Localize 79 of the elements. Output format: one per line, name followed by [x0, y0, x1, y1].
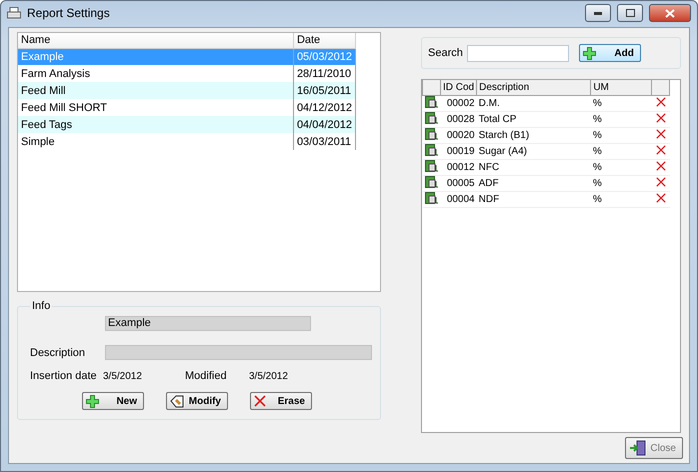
search-field[interactable] [466, 44, 569, 62]
description-field[interactable] [105, 345, 372, 360]
document-icon [424, 192, 438, 204]
erase-button[interactable]: Erase [250, 392, 312, 410]
printer-icon [7, 7, 21, 19]
plus-icon [582, 46, 596, 60]
list-item[interactable]: Simple [18, 133, 294, 150]
date-cell: 04/04/2012 [293, 116, 356, 133]
delete-icon [656, 144, 666, 154]
id-cell: 00005 [440, 175, 477, 191]
column-header: ID Cod [440, 80, 477, 95]
date-cell: 04/12/2012 [293, 99, 356, 116]
document-icon [424, 176, 438, 188]
minimize-button[interactable] [585, 4, 611, 22]
date-cell: 16/05/2011 [293, 82, 356, 99]
field-label: Description [30, 346, 86, 358]
maximize-button[interactable] [617, 4, 643, 22]
field-label: Insertion date [30, 370, 98, 382]
description-cell: Total CP [476, 111, 591, 127]
date-cell: 28/11/2010 [293, 65, 356, 82]
description-cell: ADF [476, 175, 591, 191]
id-cell: 00002 [440, 95, 477, 111]
unit-cell: % [590, 159, 652, 175]
id-cell: 00028 [440, 111, 477, 127]
delete-icon [656, 128, 666, 138]
document-icon [424, 112, 438, 124]
delete-icon [656, 96, 666, 106]
column-header: Date [293, 33, 356, 48]
modify-button[interactable]: Modify [166, 392, 228, 410]
list-item[interactable]: Feed Mill SHORT [18, 99, 294, 116]
description-cell: NFC [476, 159, 591, 175]
search-label: Search [428, 47, 463, 59]
plus-icon [86, 394, 99, 408]
delete-icon [656, 112, 666, 122]
list-item[interactable]: Feed Mill [18, 82, 294, 99]
unit-cell: % [590, 191, 652, 207]
document-icon [424, 160, 438, 172]
delete-icon [254, 395, 266, 407]
date-cell: 03/03/2011 [293, 133, 356, 150]
date-cell: 05/03/2012 [293, 48, 356, 65]
exit-icon [629, 440, 647, 456]
insertion-date: 3/5/2012 [103, 370, 143, 382]
description-cell: D.M. [476, 95, 591, 111]
close-dialog-button[interactable]: Close [625, 437, 683, 459]
group-label: Info [31, 300, 52, 312]
column-header: Name [18, 33, 294, 48]
delete-icon [656, 192, 666, 202]
edit-icon [170, 394, 184, 408]
id-cell: 00012 [440, 159, 477, 175]
new-button[interactable]: New [82, 392, 144, 410]
description-cell: Starch (B1) [476, 127, 591, 143]
list-item[interactable]: Feed Tags [18, 116, 294, 133]
close-icon [665, 8, 675, 18]
name-field[interactable]: Example [105, 316, 311, 331]
unit-cell: % [590, 111, 652, 127]
minimize-icon [594, 12, 602, 14]
close-button[interactable] [649, 4, 691, 22]
delete-icon [656, 160, 666, 170]
delete-icon [656, 176, 666, 186]
id-cell: 00019 [440, 143, 477, 159]
id-cell: 00004 [440, 191, 477, 207]
column-header: UM [590, 80, 652, 95]
modified-date: 3/5/2012 [249, 370, 289, 382]
unit-cell: % [590, 175, 652, 191]
list-item[interactable]: Farm Analysis [18, 65, 294, 82]
unit-cell: % [590, 143, 652, 159]
unit-cell: % [590, 95, 652, 111]
maximize-icon [626, 9, 634, 17]
document-icon [424, 144, 438, 156]
document-icon [424, 128, 438, 140]
unit-cell: % [590, 127, 652, 143]
description-cell: NDF [476, 191, 591, 207]
id-cell: 00020 [440, 127, 477, 143]
window-title: Report Settings [27, 6, 111, 20]
field-label: Modified [185, 370, 228, 382]
document-icon [424, 96, 438, 108]
description-cell: Sugar (A4) [476, 143, 591, 159]
add-button[interactable]: Add [578, 44, 641, 62]
column-header: Description [476, 80, 591, 95]
